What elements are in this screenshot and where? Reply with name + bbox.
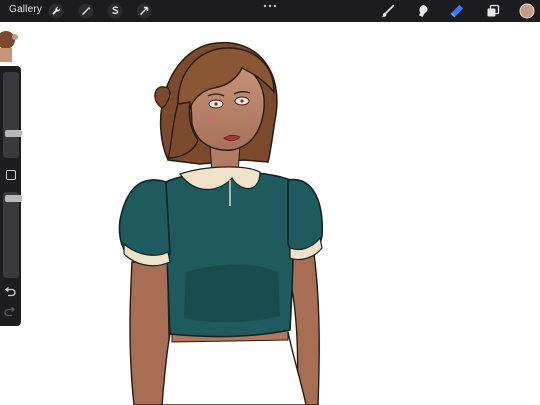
opacity-slider[interactable] [3, 192, 22, 278]
top-toolbar: Gallery [0, 0, 540, 22]
transform-icon[interactable] [136, 3, 152, 19]
layers-icon[interactable] [485, 3, 501, 19]
gallery-button[interactable]: Gallery [9, 4, 42, 15]
color-swatch[interactable] [519, 3, 535, 19]
opacity-knob[interactable] [5, 195, 22, 202]
figure-illustration [118, 41, 323, 405]
canvas-corner-reference [0, 30, 22, 62]
brush-size-slider[interactable] [3, 72, 22, 158]
redo-icon[interactable] [3, 306, 17, 318]
more-options-icon[interactable] [262, 2, 278, 10]
magic-wand-icon[interactable] [78, 3, 94, 19]
brush-icon[interactable] [380, 3, 396, 19]
undo-icon[interactable] [3, 286, 17, 298]
modify-button[interactable] [6, 170, 16, 180]
drawing-canvas[interactable] [0, 22, 540, 405]
brush-size-knob[interactable] [5, 130, 22, 137]
eraser-icon[interactable] [449, 3, 465, 19]
selection-icon[interactable] [107, 3, 123, 19]
sidebar-panel [0, 66, 22, 326]
smudge-icon[interactable] [415, 3, 431, 19]
wrench-icon[interactable] [48, 3, 64, 19]
